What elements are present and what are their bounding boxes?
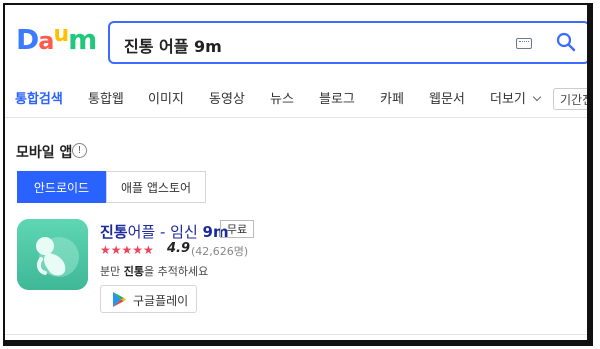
tab-more-label: 더보기 bbox=[490, 92, 526, 107]
search-icon[interactable] bbox=[556, 32, 576, 52]
tab-divider bbox=[5, 117, 589, 118]
app-title-rest: 어플 - 임신 bbox=[127, 223, 198, 241]
logo-letter-m: m bbox=[68, 23, 97, 56]
tab-more[interactable]: 더보기 bbox=[490, 88, 542, 107]
google-play-icon bbox=[113, 292, 126, 307]
google-play-label: 구글플레이 bbox=[133, 294, 189, 308]
daum-logo[interactable]: D a u m bbox=[16, 22, 97, 59]
tab-video[interactable]: 동영상 bbox=[209, 88, 245, 107]
frame-shadow-bottom bbox=[3, 340, 593, 346]
tab-news[interactable]: 뉴스 bbox=[270, 88, 294, 107]
search-tabs: 통합검색 통합웹 이미지 동영상 뉴스 블로그 카페 웹문서 더보기 bbox=[5, 88, 589, 118]
app-description: 분만 진통을 추적하세요 bbox=[100, 263, 208, 279]
desc-suffix: 을 추적하세요 bbox=[144, 265, 209, 278]
tab-cafe[interactable]: 카페 bbox=[380, 88, 404, 107]
tab-app-store[interactable]: 애플 앱스토어 bbox=[106, 171, 206, 203]
section-title: 모바일 앱 bbox=[16, 145, 73, 161]
app-icon[interactable] bbox=[17, 219, 88, 290]
app-title-link[interactable]: 진통어플 - 임신 9m bbox=[100, 221, 229, 242]
tab-web-docs[interactable]: 웹문서 bbox=[429, 88, 465, 107]
chevron-down-icon bbox=[532, 92, 542, 102]
rating-value: 4.9 bbox=[167, 241, 191, 256]
period-filter-button[interactable]: 기간전체 bbox=[553, 88, 589, 110]
logo-letter-a: a bbox=[38, 27, 54, 55]
desc-prefix: 분만 bbox=[100, 265, 124, 278]
tab-blog[interactable]: 블로그 bbox=[319, 88, 355, 107]
search-results-page: D a u m 진통 어플 9m 통합검색 통합웹 이미지 동영상 뉴스 블로그… bbox=[3, 3, 589, 342]
tab-images[interactable]: 이미지 bbox=[148, 88, 184, 107]
rating-count: (42,626명) bbox=[191, 245, 249, 258]
logo-letter-u: u bbox=[53, 22, 69, 47]
google-play-button[interactable]: 구글플레이 bbox=[100, 285, 197, 313]
frame-shadow-right bbox=[587, 3, 593, 345]
tab-integrated[interactable]: 통합검색 bbox=[15, 88, 63, 107]
app-title-highlight: 진통 bbox=[100, 223, 128, 241]
search-input[interactable]: 진통 어플 9m bbox=[108, 21, 589, 64]
desc-highlight: 진통 bbox=[123, 265, 144, 278]
free-badge: 무료 bbox=[220, 220, 254, 238]
tab-integrated-web[interactable]: 통합웹 bbox=[88, 88, 124, 107]
fetus-icon bbox=[17, 219, 88, 290]
section-divider bbox=[5, 334, 589, 335]
logo-letter-d: D bbox=[16, 23, 39, 56]
star-rating: ★★★★★ bbox=[100, 243, 154, 257]
keyboard-icon[interactable] bbox=[516, 38, 532, 49]
tab-android[interactable]: 안드로이드 bbox=[17, 171, 106, 203]
info-icon[interactable]: ! bbox=[72, 143, 87, 158]
search-query-text[interactable]: 진통 어플 9m bbox=[124, 33, 222, 57]
